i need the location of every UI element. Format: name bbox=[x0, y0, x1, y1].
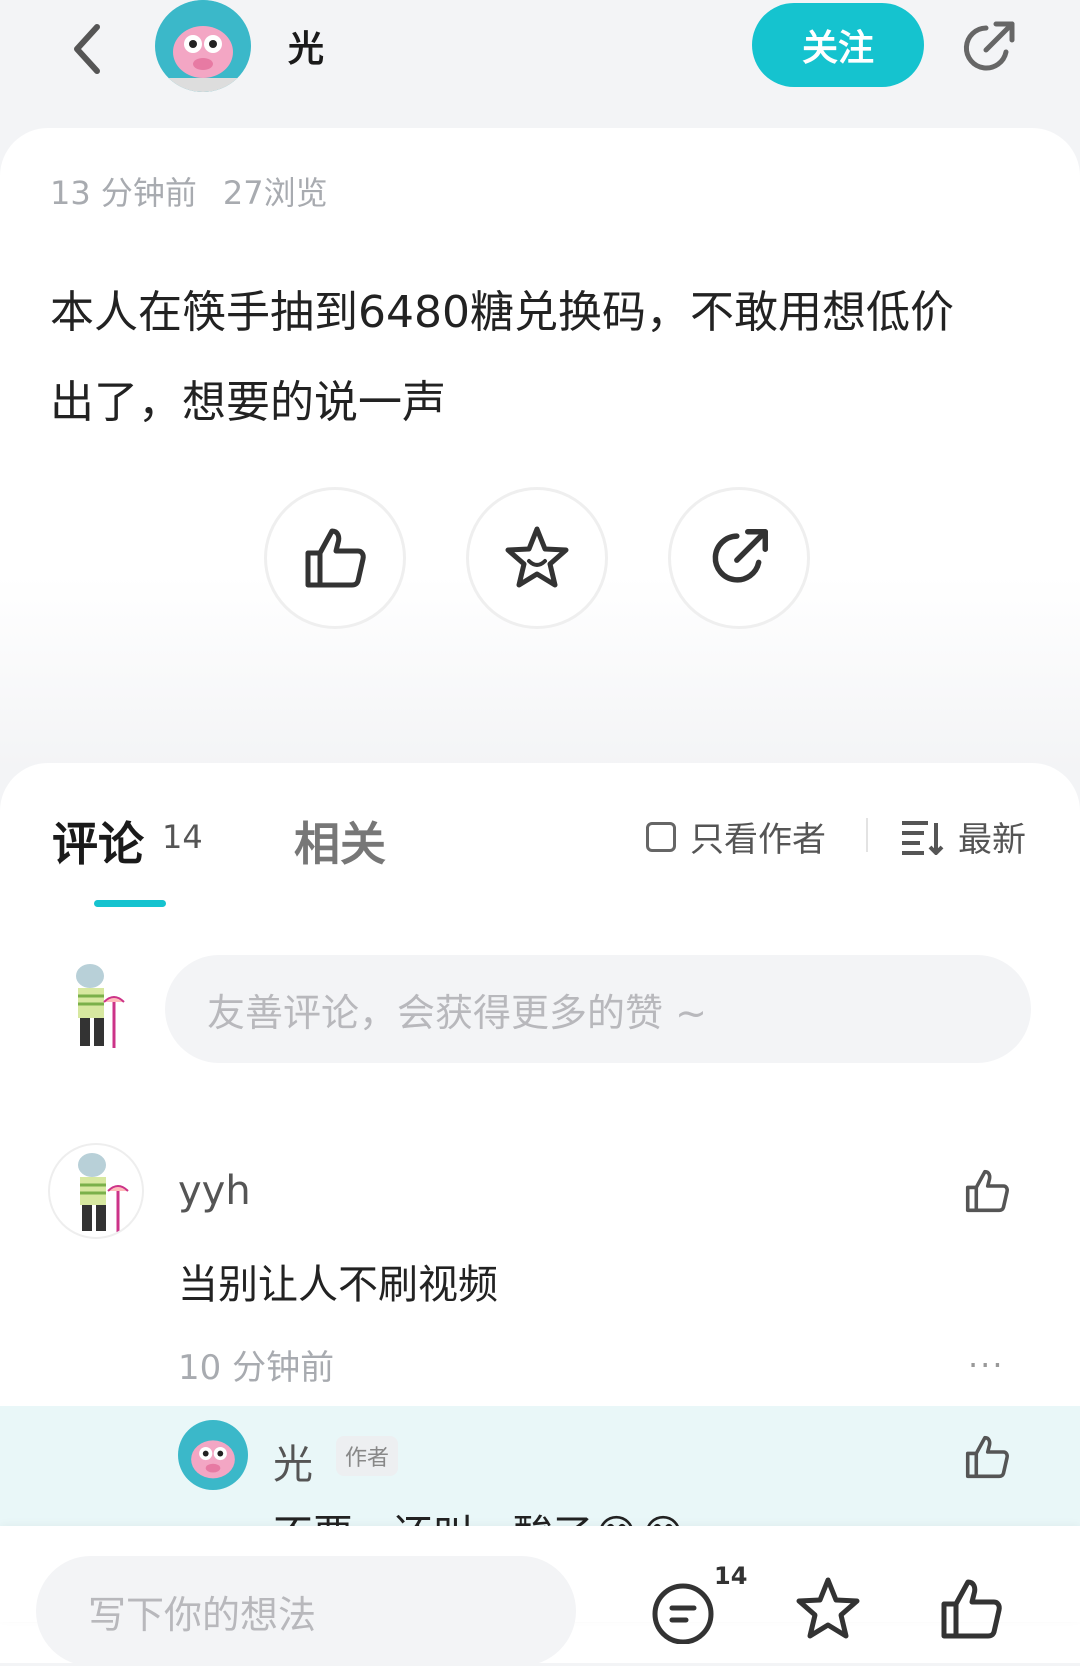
commenter-name[interactable]: yyh bbox=[178, 1168, 251, 1214]
post-body: 本人在筷手抽到6480糖兑换码，不敢用想低价 出了，想要的说一声 bbox=[50, 268, 1040, 448]
header-share-button[interactable] bbox=[950, 10, 1026, 86]
post-body-line: 本人在筷手抽到6480糖兑换码，不敢用想低价 bbox=[50, 287, 954, 338]
comment-icon bbox=[652, 1583, 714, 1645]
share-icon bbox=[712, 529, 768, 583]
thumbs-up-icon bbox=[305, 528, 366, 588]
author-only-label: 只看作者 bbox=[690, 820, 826, 860]
reply-author-name[interactable]: 光 bbox=[273, 1432, 313, 1490]
like-button[interactable] bbox=[264, 487, 406, 629]
my-avatar bbox=[54, 958, 132, 1056]
reply-avatar[interactable] bbox=[178, 1420, 248, 1490]
write-comment-input[interactable]: 写下你的想法 bbox=[36, 1556, 576, 1666]
more-options-button[interactable]: ··· bbox=[968, 1346, 1005, 1384]
sort-icon bbox=[902, 820, 944, 855]
reply-text: 不要，还叫，酸了😂😂 bbox=[273, 1504, 686, 1526]
follow-button[interactable]: 关注 bbox=[752, 3, 924, 87]
share-icon bbox=[963, 21, 1015, 71]
comment-count-badge: 14 bbox=[714, 1562, 748, 1590]
tab-related[interactable]: 相关 bbox=[294, 808, 386, 874]
commenter-avatar[interactable] bbox=[48, 1143, 144, 1239]
sort-label: 最新 bbox=[958, 820, 1026, 860]
author-avatar[interactable] bbox=[155, 0, 251, 92]
favorite-button[interactable] bbox=[466, 487, 608, 629]
back-button[interactable] bbox=[52, 14, 122, 84]
comment-text: 当别让人不刷视频 bbox=[178, 1262, 498, 1308]
chevron-left-icon bbox=[74, 24, 100, 74]
reply-like-button[interactable] bbox=[962, 1432, 1012, 1486]
star-icon bbox=[505, 526, 569, 588]
post-card bbox=[0, 128, 1080, 768]
author-name[interactable]: 光 bbox=[288, 20, 324, 72]
sort-button[interactable]: 最新 bbox=[900, 812, 1026, 861]
comment-like-button[interactable] bbox=[962, 1166, 1012, 1220]
thumbs-up-icon bbox=[965, 1435, 1009, 1479]
favorite-bar-button[interactable] bbox=[793, 1574, 863, 1644]
post-time: 13 分钟前 bbox=[50, 174, 197, 212]
like-bar-button[interactable] bbox=[936, 1574, 1006, 1644]
comment-time: 10 分钟前 bbox=[178, 1348, 335, 1388]
post-views: 27浏览 bbox=[222, 174, 328, 212]
comment-input[interactable]: 友善评论，会获得更多的赞 ~ bbox=[165, 955, 1031, 1063]
tab-comments[interactable]: 评论 bbox=[52, 808, 144, 874]
share-button[interactable] bbox=[668, 487, 810, 629]
star-icon bbox=[796, 1577, 860, 1639]
post-body-line: 出了，想要的说一声 bbox=[50, 377, 446, 428]
post-meta: 13 分钟前 27浏览 bbox=[50, 168, 354, 214]
active-tab-indicator bbox=[94, 900, 166, 907]
thumbs-up-icon bbox=[941, 1579, 1002, 1639]
checkbox-icon[interactable] bbox=[646, 821, 676, 852]
divider bbox=[866, 818, 868, 852]
author-only-filter[interactable]: 只看作者 bbox=[646, 812, 826, 861]
author-badge: 作者 bbox=[336, 1436, 398, 1476]
comments-button[interactable] bbox=[650, 1574, 720, 1645]
comment-count: 14 bbox=[162, 818, 203, 856]
thumbs-up-icon bbox=[965, 1169, 1009, 1213]
